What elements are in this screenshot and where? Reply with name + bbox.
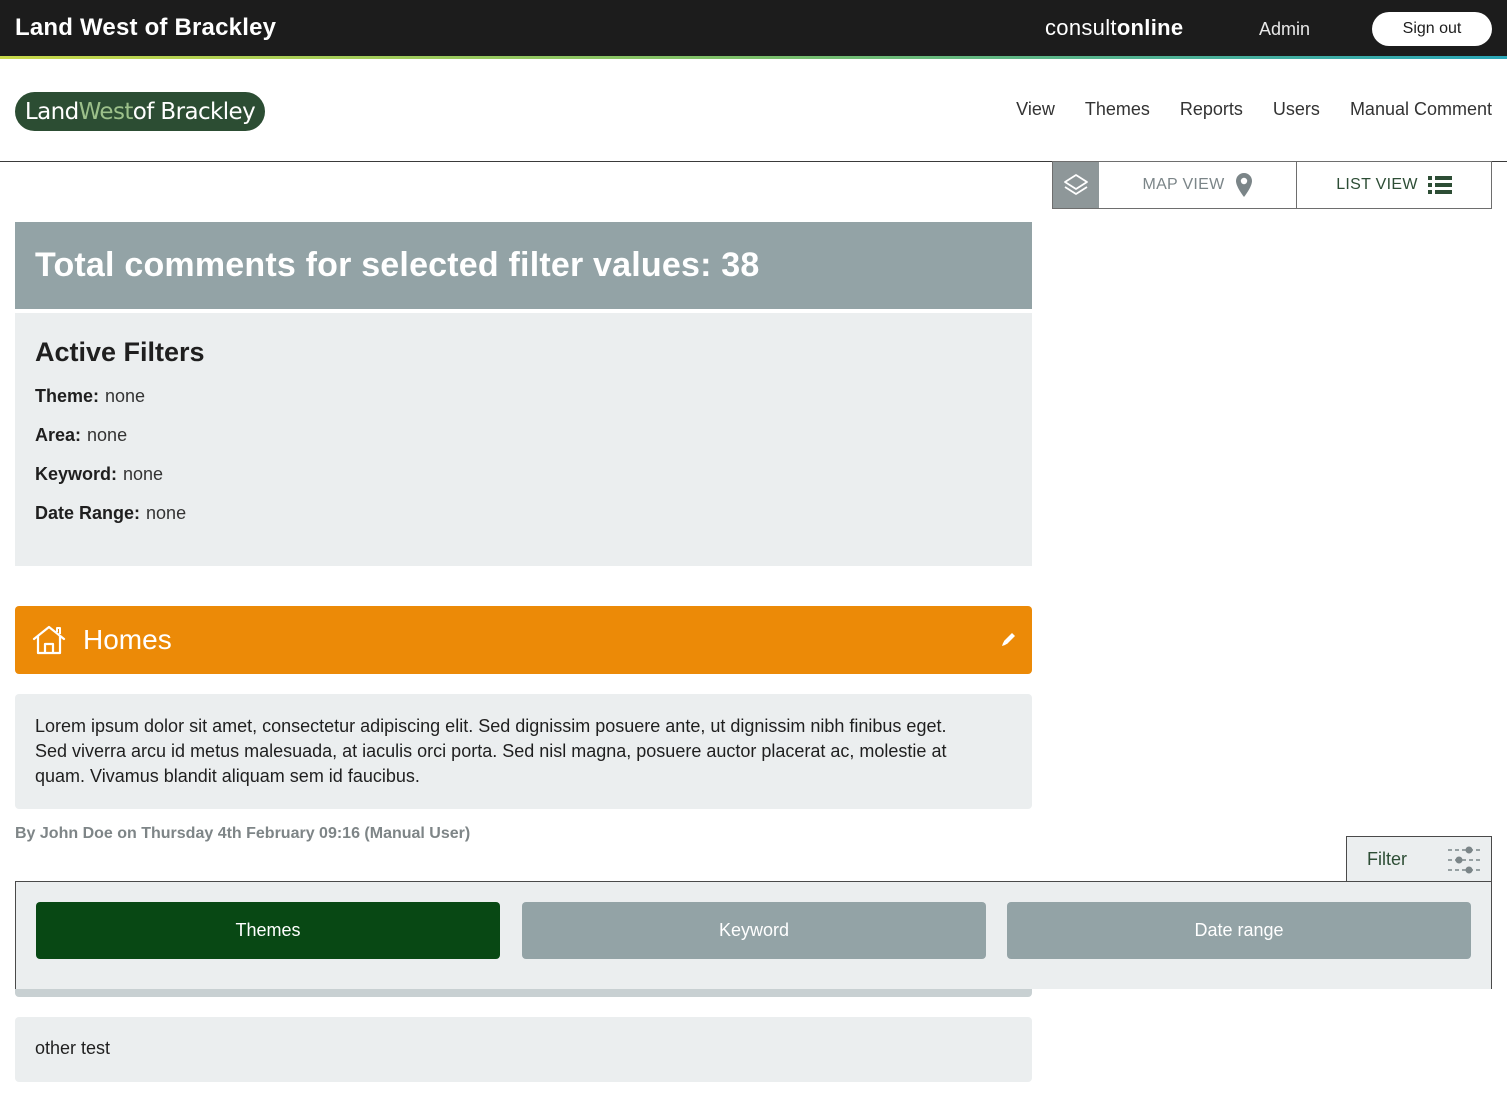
filter-label: Keyword: xyxy=(35,464,118,484)
consultonline-logo: consultonline xyxy=(1045,15,1183,41)
comment-text: Lorem ipsum dolor sit amet, consectetur … xyxy=(35,716,947,786)
logo-text-brackley: of Brackley xyxy=(132,98,256,125)
filter-row-theme: Theme: none xyxy=(35,386,1012,407)
layers-button[interactable] xyxy=(1053,162,1099,208)
total-comments-banner: Total comments for selected filter value… xyxy=(15,222,1032,309)
map-view-label: MAP VIEW xyxy=(1142,176,1225,193)
theme-name: Homes xyxy=(83,624,172,655)
sign-out-button[interactable]: Sign out xyxy=(1372,12,1492,46)
nav-item-users[interactable]: Users xyxy=(1273,99,1320,120)
filter-row-keyword: Keyword: none xyxy=(35,464,1012,485)
layers-icon xyxy=(1064,174,1088,195)
active-filters-panel: Active Filters Theme: none Area: none Keyw… xyxy=(15,313,1032,566)
filter-date-range-button[interactable]: Date range xyxy=(1007,902,1471,959)
filter-value: none xyxy=(87,425,128,445)
map-view-button[interactable]: MAP VIEW xyxy=(1099,162,1297,208)
map-pin-icon xyxy=(1235,173,1252,197)
active-filters-title: Active Filters xyxy=(35,337,205,367)
filter-row-area: Area: none xyxy=(35,425,1012,446)
filter-label: Theme: xyxy=(35,386,100,406)
main-nav: View Themes Reports Users Manual Comment xyxy=(1016,99,1492,120)
partially-hidden-card xyxy=(15,989,1032,997)
logo-text-land: Land xyxy=(24,98,79,125)
filter-value: none xyxy=(123,464,164,484)
comment-card: Lorem ipsum dolor sit amet, consectetur … xyxy=(15,694,1032,809)
project-logo[interactable]: Land West of Brackley xyxy=(15,92,265,131)
filter-row-date-range: Date Range: none xyxy=(35,503,1012,524)
nav-item-manual-comment[interactable]: Manual Comment xyxy=(1350,99,1492,120)
view-toggle: MAP VIEW LIST VIEW xyxy=(1052,161,1492,209)
site-header: Land West of Brackley View Themes Report… xyxy=(0,59,1507,162)
filter-tab-label: Filter xyxy=(1367,849,1407,869)
logo-text-west: West xyxy=(78,98,134,125)
theme-header-homes: Homes xyxy=(15,606,1032,674)
filter-keyword-button[interactable]: Keyword xyxy=(522,902,986,959)
admin-link[interactable]: Admin xyxy=(1259,19,1310,40)
filter-themes-button[interactable]: Themes xyxy=(36,902,500,959)
sliders-icon xyxy=(1448,846,1480,874)
pencil-icon[interactable] xyxy=(1000,630,1018,648)
nav-item-themes[interactable]: Themes xyxy=(1085,99,1150,120)
comment-text: other test xyxy=(35,1038,111,1058)
site-title[interactable]: Land West of Brackley xyxy=(15,14,276,42)
list-view-button[interactable]: LIST VIEW xyxy=(1297,162,1491,208)
house-icon xyxy=(32,625,66,655)
brand-bold-text: online xyxy=(1116,15,1184,40)
nav-item-reports[interactable]: Reports xyxy=(1180,99,1243,120)
comment-byline: By John Doe on Thursday 4th February 09:… xyxy=(15,825,471,842)
list-view-label: LIST VIEW xyxy=(1336,176,1418,193)
comment-card: other test xyxy=(15,1017,1032,1082)
brand-light-text: consult xyxy=(1045,15,1117,40)
filter-value: none xyxy=(146,503,187,523)
filter-value: none xyxy=(105,386,146,406)
nav-item-view[interactable]: View xyxy=(1016,99,1055,120)
filter-label: Date Range: xyxy=(35,503,141,523)
list-icon xyxy=(1427,176,1452,194)
filter-drawer: Themes Keyword Date range xyxy=(15,881,1492,989)
top-bar: Land West of Brackley consultonline Admi… xyxy=(0,0,1507,56)
filter-label: Area: xyxy=(35,425,82,445)
filter-tab[interactable]: Filter xyxy=(1346,836,1492,882)
